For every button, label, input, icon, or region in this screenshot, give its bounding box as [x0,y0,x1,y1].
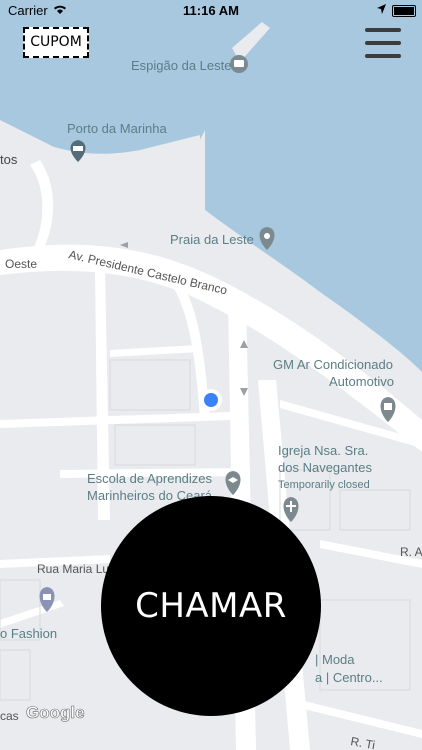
place-igreja-status: Temporarily closed [278,479,370,491]
place-igreja-line2: dos Navegantes [278,460,372,475]
place-gm-line1: GM Ar Condicionado [273,357,393,372]
road-cas: cas [0,709,19,723]
place-espigao: Espigão da Leste [131,58,231,73]
place-porto: Porto da Marinha [67,121,167,136]
battery-icon [392,5,416,17]
location-arrow-icon [376,3,387,18]
user-location-dot [204,393,218,407]
road-r-a: R. A [400,545,422,559]
clock: 11:16 AM [183,3,239,18]
camera-icon [230,55,248,73]
place-fashion: o Fashion [0,626,57,641]
place-gm-line2: Automotivo [329,374,394,389]
place-igreja-line1: Igreja Nsa. Sra. [278,443,368,458]
google-logo: Google [26,703,85,722]
call-button[interactable]: CHAMAR [101,496,321,716]
status-bar: Carrier 11:16 AM [0,0,422,22]
hamburger-menu-icon[interactable] [365,28,401,60]
place-escola-line1: Escola de Aprendizes [87,471,213,486]
coupon-button[interactable]: CUPOM [23,27,89,58]
place-moda-line2: a | Centro... [315,670,383,685]
place-moda-line1: | Moda [315,652,355,667]
place-praia: Praia da Leste [170,232,254,247]
place-partial-tos: tos [0,152,18,167]
road-oeste: Oeste [5,257,37,271]
